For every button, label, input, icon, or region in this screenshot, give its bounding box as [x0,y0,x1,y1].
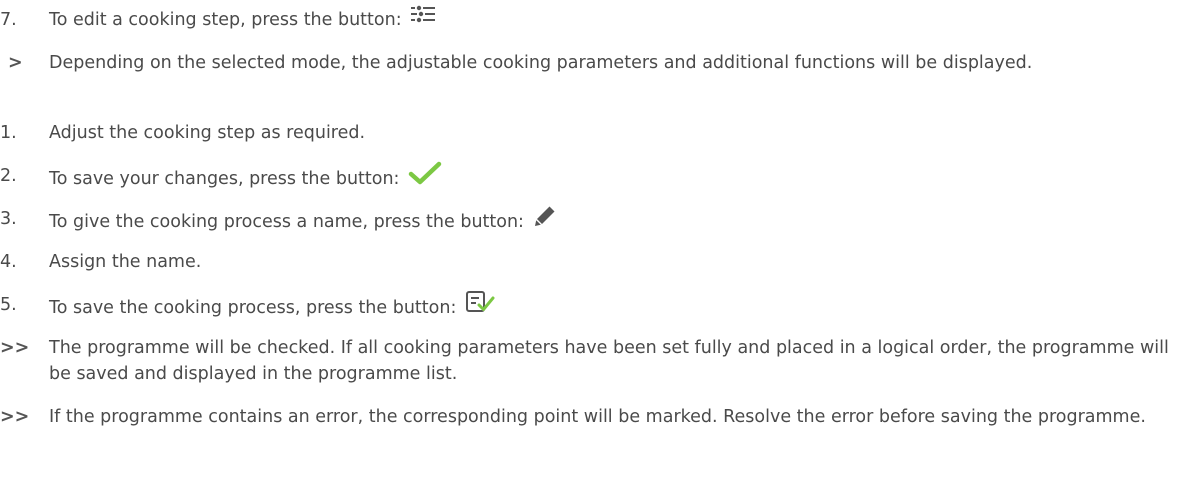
step-number: 1. [0,123,17,143]
step-number: 4. [0,252,17,272]
step-number: 5. [0,295,17,315]
step-number: 3. [0,209,17,229]
save-document-icon [465,290,495,322]
step-text-content: To save the cooking process, press the b… [49,298,457,318]
sliders-icon [410,5,436,31]
step-text: To give the cooking process a name, pres… [49,206,1188,238]
result-marker: > [8,53,23,73]
step-number: 7. [0,10,17,30]
step-text: To edit a cooking step, press the button… [49,5,1188,33]
step-text-content: To edit a cooking step, press the button… [49,10,402,30]
result-text: If the programme contains an error, the … [49,407,1146,427]
step-number: 2. [0,166,17,186]
step-text: Adjust the cooking step as required. [49,123,366,143]
step-text-content: To save your changes, press the button: [49,169,400,189]
result-marker: >> [0,407,30,427]
pencil-icon [533,204,557,236]
result-text: The programme will be checked. If all co… [49,338,1169,384]
checkmark-icon [408,161,442,193]
step-text: To save your changes, press the button: [49,161,1188,195]
step-text: Assign the name. [49,252,202,272]
step-text: To save the cooking process, press the b… [49,290,1188,324]
step-text-content: To give the cooking process a name, pres… [49,212,524,232]
result-text: Depending on the selected mode, the adju… [49,53,1033,73]
result-marker: >> [0,338,30,358]
